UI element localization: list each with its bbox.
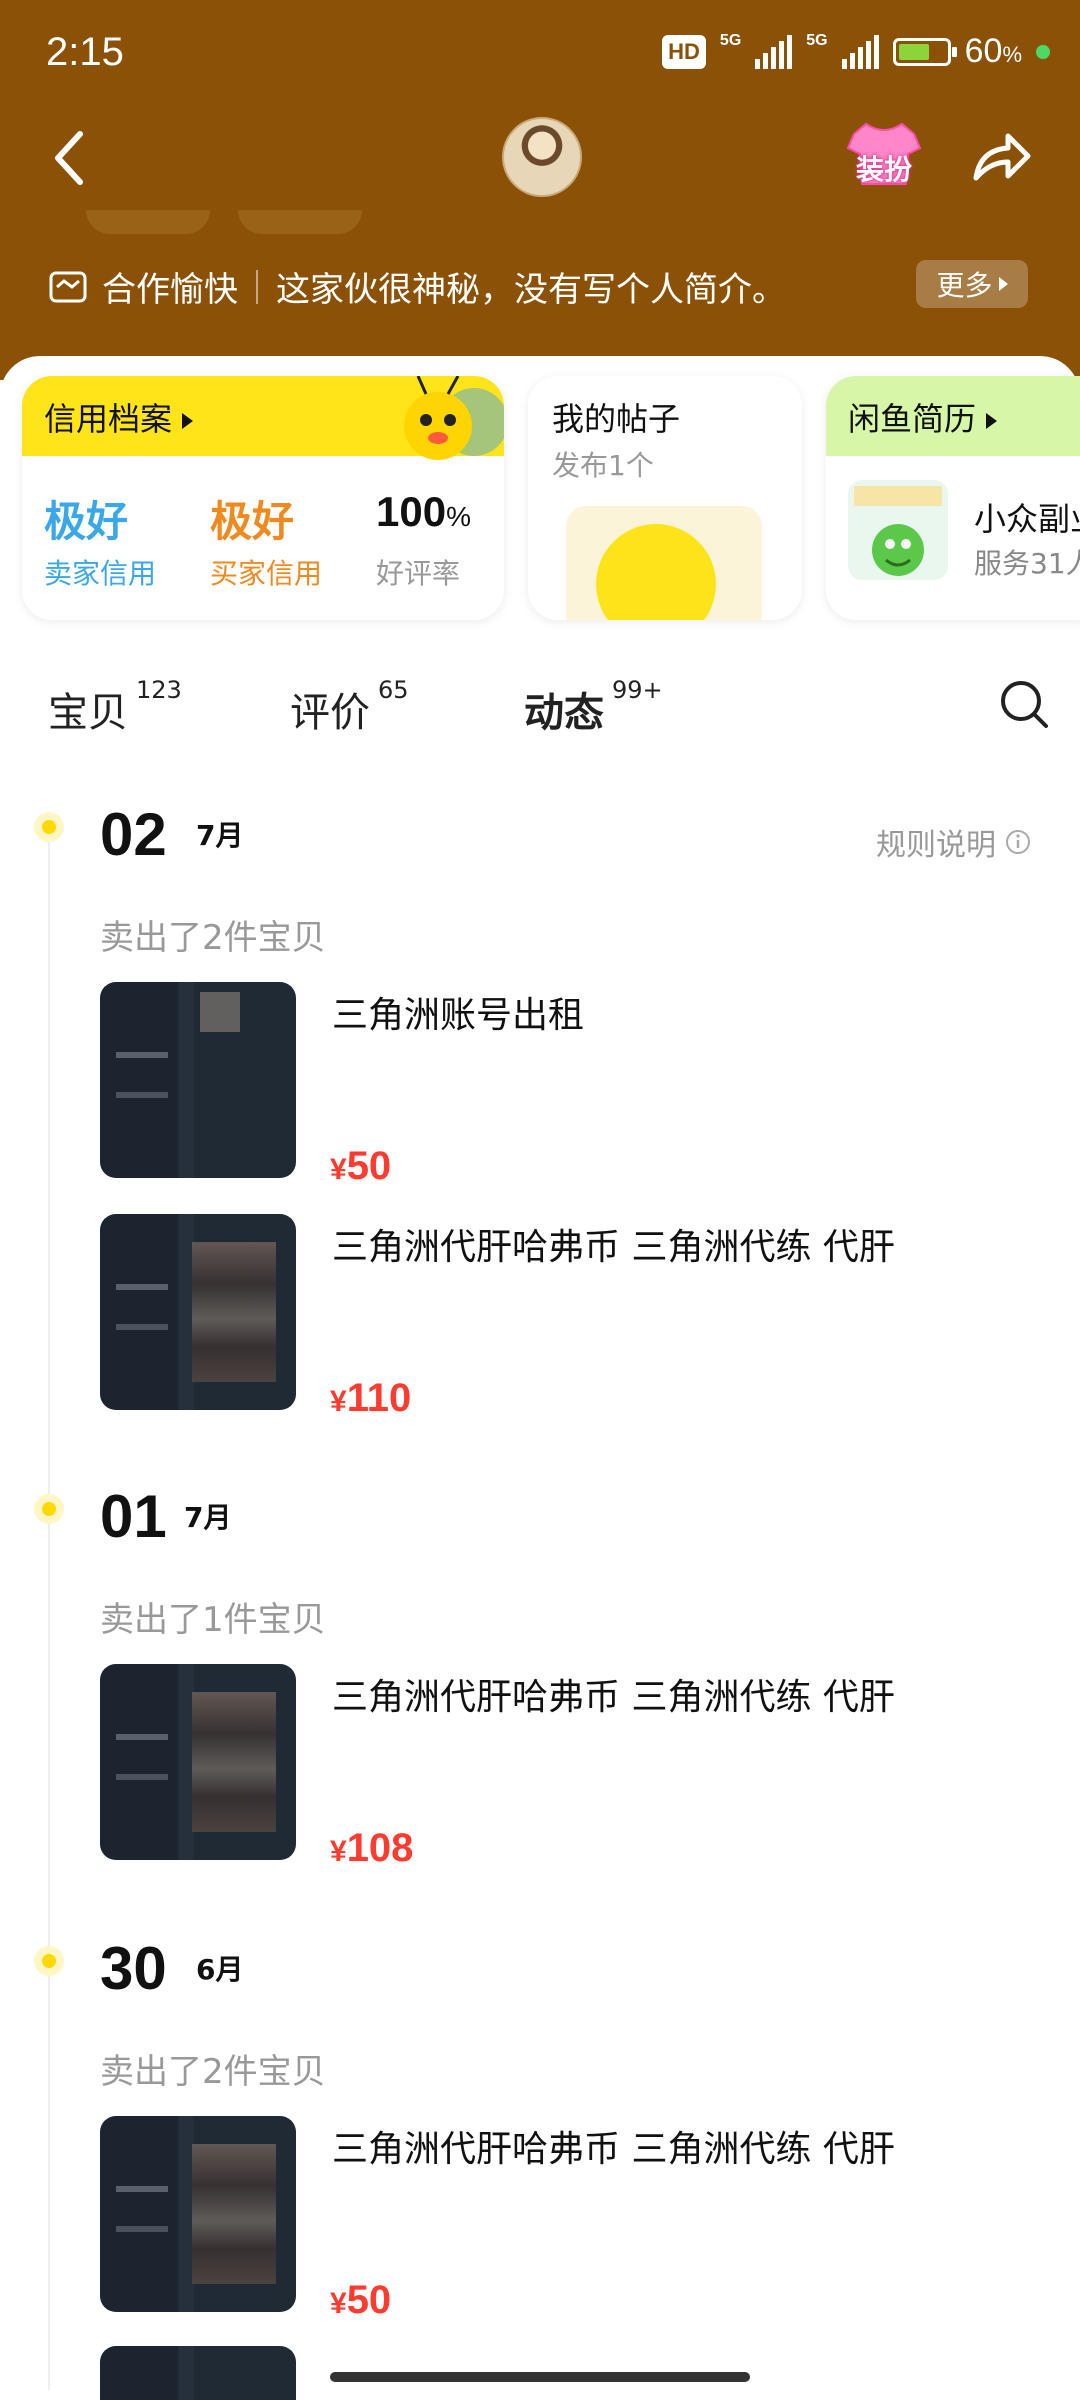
arrow-right-icon [986, 413, 998, 429]
date-day: 30 [100, 1935, 167, 2002]
privacy-dot [1036, 44, 1050, 59]
item-title[interactable]: 三角洲代肝哈弗币 三角洲代练 代肝 [332, 1668, 895, 1720]
buyer-credit-label: 买家信用 [210, 557, 323, 590]
item-title[interactable]: 三角洲账号出租 [332, 986, 584, 1038]
item-price: ¥50 [330, 2278, 392, 2322]
credit-card[interactable]: 信用档案 极好 卖家信用 极好 买家信用 100% 好评率 [22, 376, 504, 620]
back-arrow-icon[interactable] [50, 128, 90, 188]
search-icon[interactable] [998, 678, 1050, 730]
timeline-dot [34, 1946, 64, 1976]
profile-tag-2 [238, 210, 362, 234]
service-name: 小众副业 [974, 500, 1080, 538]
share-icon[interactable] [970, 126, 1032, 188]
network-label-2: 5G [806, 32, 828, 49]
date-day: 02 [100, 801, 167, 868]
rating-value: 100% [376, 488, 471, 535]
info-icon [1006, 830, 1030, 854]
bio-text: 这家伙很神秘，没有写个人简介。 [276, 270, 786, 310]
item-title[interactable]: 三角洲代肝哈弗币 三角洲代练 代肝 [332, 2120, 895, 2172]
sold-summary: 卖出了2件宝贝 [100, 2052, 326, 2092]
clock: 2:15 [46, 30, 124, 74]
item-price: ¥108 [330, 1826, 414, 1870]
signal-icon [755, 34, 793, 69]
item-title[interactable]: 三角洲代肝哈弗币 三角洲代练 代肝 [332, 1218, 895, 1270]
timeline-dot [34, 1494, 64, 1524]
tab-items[interactable]: 宝贝 123 [48, 676, 182, 738]
network-label: 5G [719, 32, 742, 49]
handshake-icon [49, 271, 87, 302]
timeline-line [48, 830, 50, 2390]
item-thumbnail[interactable] [100, 2346, 296, 2400]
tab-activity[interactable]: 动态 99+ [524, 676, 663, 738]
bio-row: 合作愉快 这家伙很神秘，没有写个人简介。 [48, 262, 786, 311]
status-bar: 2:15 HD 5G 5G 60% [0, 0, 1080, 110]
buyer-credit-value: 极好 [210, 497, 295, 546]
home-indicator[interactable] [330, 2372, 750, 2382]
rules-link[interactable]: 规则说明 [876, 820, 1032, 864]
profile-tag [86, 210, 210, 234]
date-month: 7月 [196, 819, 244, 852]
sold-summary: 卖出了1件宝贝 [100, 1600, 326, 1640]
resume-card[interactable]: 闲鱼简历 小众副业 服务31人 [826, 376, 1080, 620]
rating-label: 好评率 [376, 557, 461, 590]
tab-reviews[interactable]: 评价 65 [290, 676, 409, 738]
battery-icon [892, 37, 957, 66]
sold-summary: 卖出了2件宝贝 [100, 918, 326, 958]
item-thumbnail[interactable] [100, 1214, 296, 1410]
posts-card[interactable]: 我的帖子 发布1个 [528, 376, 802, 620]
bee-mascot-icon [404, 376, 504, 460]
posts-title: 我的帖子 [552, 400, 681, 438]
item-price: ¥50 [330, 1144, 392, 1188]
posts-count: 发布1个 [552, 449, 654, 482]
battery-percent: 60% [964, 32, 1022, 70]
service-icon [848, 480, 948, 580]
resume-title: 闲鱼简历 [848, 400, 977, 438]
coop-label: 合作愉快 [102, 270, 238, 310]
signal-icon-2 [841, 34, 879, 69]
date-day: 01 [100, 1483, 167, 1550]
profile-tabs: 宝贝 123 评价 65 动态 99+ [0, 660, 1080, 760]
date-month: 7月 [184, 1501, 232, 1534]
item-thumbnail[interactable] [100, 982, 296, 1178]
divider [256, 269, 258, 304]
seller-credit-value: 极好 [44, 497, 129, 546]
item-thumbnail[interactable] [100, 1664, 296, 1860]
seller-credit-label: 卖家信用 [44, 557, 157, 590]
timeline-dot [34, 812, 64, 842]
avatar[interactable] [502, 117, 582, 197]
arrow-right-icon [182, 413, 194, 429]
service-count: 服务31人 [974, 547, 1080, 580]
credit-title: 信用档案 [44, 400, 173, 438]
item-thumbnail[interactable] [100, 2116, 296, 2312]
hd-badge: HD [662, 34, 706, 69]
more-button[interactable]: 更多 [916, 260, 1028, 308]
date-month: 6月 [196, 1953, 244, 1986]
item-price: ¥110 [330, 1376, 412, 1420]
dressup-button[interactable]: 装扮 [846, 148, 922, 188]
